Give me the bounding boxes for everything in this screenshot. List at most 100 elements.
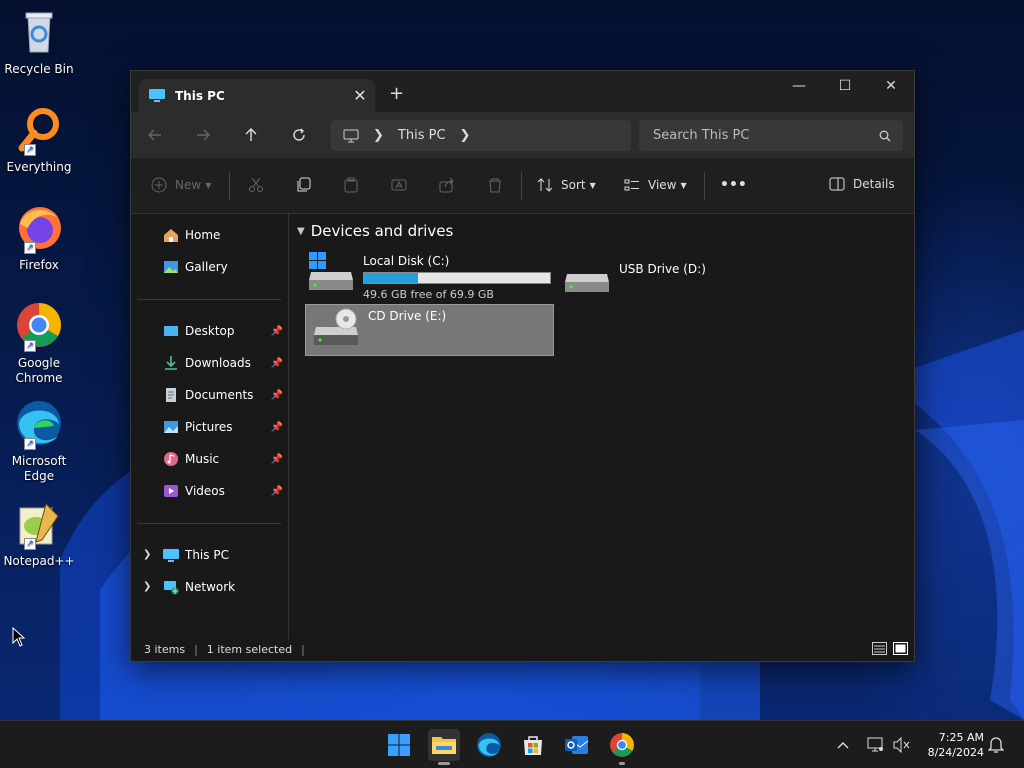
taskbar-outlook[interactable] [561,729,593,761]
mouse-cursor-icon [12,627,26,647]
refresh-button[interactable] [275,112,323,158]
tray-network[interactable] [867,721,885,768]
desktop-icon-google-chrome[interactable]: ↗ Google Chrome [2,302,76,386]
tray-volume[interactable] [893,721,911,768]
clipboard-icon [344,177,358,193]
taskbar-chrome[interactable] [606,729,638,765]
drive-local-disk-c[interactable]: Local Disk (C:) 49.6 GB free of 69.9 GB [307,250,557,301]
taskbar-file-explorer[interactable] [428,729,460,765]
refresh-icon [293,128,305,141]
share-button[interactable] [439,177,455,193]
sidebar-item-gallery[interactable]: Gallery [163,255,285,279]
network-monitor-icon [867,737,883,752]
sort-button[interactable]: Sort ▼ [537,177,596,193]
copy-icon [297,177,311,192]
desktop-icon-firefox[interactable]: ↗ Firefox [2,204,76,272]
close-tab-icon[interactable]: ✕ [345,86,375,105]
sidebar-divider [137,523,281,524]
tab-this-pc[interactable]: This PC ✕ [139,79,375,112]
sidebar-item-this-pc[interactable]: This PC [163,543,285,567]
new-tab-button[interactable]: + [389,83,404,104]
details-view-icon[interactable] [872,642,887,655]
back-button[interactable] [131,112,179,158]
videos-icon [164,485,178,497]
shortcut-arrow-icon: ↗ [24,242,36,254]
tiles-view-icon[interactable] [893,642,908,655]
taskbar-store[interactable] [517,729,549,761]
breadcrumb[interactable]: ❯ This PC ❯ [331,120,631,151]
pin-icon[interactable]: 📌 [271,486,283,497]
toolbar-divider [229,172,230,200]
forward-button[interactable] [179,112,227,158]
paste-button[interactable] [343,177,359,193]
window-controls: — ☐ ✕ [776,71,914,101]
group-header-devices[interactable]: ▼ Devices and drives [297,222,453,240]
title-bar[interactable]: This PC ✕ + — ☐ ✕ [131,71,914,112]
pin-icon[interactable]: 📌 [271,390,283,401]
view-toggles [872,642,908,655]
drive-free-space: 49.6 GB free of 69.9 GB [363,288,494,301]
sidebar-item-label: Gallery [185,260,228,274]
details-button-label: Details [853,177,895,191]
view-button[interactable]: View ▼ [624,177,687,193]
search-input[interactable]: Search This PC [639,120,903,151]
desktop-icon-microsoft-edge[interactable]: ↗ Microsoft Edge [2,400,76,484]
chevron-down-icon: ▼ [680,180,687,190]
tray-overflow-button[interactable] [836,721,850,768]
notifications-button[interactable] [988,721,1004,768]
recycle-bin-icon [14,8,64,58]
sidebar-item-home[interactable]: Home [163,223,285,247]
desktop-icon-notepad-plus-plus[interactable]: ↗ Notepad++ [2,500,76,568]
pictures-icon [164,421,178,433]
drive-name: Local Disk (C:) [363,254,450,268]
sidebar-item-label: Pictures [185,420,233,434]
cut-button[interactable] [248,177,264,193]
sidebar-item-videos[interactable]: Videos 📌 [163,479,285,503]
sidebar-item-network[interactable]: Network [163,575,285,599]
sidebar-item-desktop[interactable]: Desktop 📌 [163,319,285,343]
gallery-icon [164,261,178,273]
desktop-icon-recycle-bin[interactable]: Recycle Bin [2,8,76,76]
pin-icon[interactable]: 📌 [271,358,283,369]
sidebar-item-pictures[interactable]: Pictures 📌 [163,415,285,439]
shortcut-arrow-icon: ↗ [24,538,36,550]
chevron-right-icon[interactable]: ❯ [143,581,151,592]
scissors-icon [249,177,263,192]
more-options-button[interactable]: ••• [720,177,747,193]
content-pane[interactable]: ▼ Devices and drives Local Disk (C:) 49.… [291,214,914,639]
sidebar-item-label: Desktop [185,324,235,338]
breadcrumb-item-this-pc[interactable]: This PC [398,128,446,143]
minimize-button[interactable]: — [776,71,822,101]
monitor-icon [343,129,359,142]
copy-button[interactable] [296,177,312,193]
running-indicator [619,762,625,765]
sidebar-item-downloads[interactable]: Downloads 📌 [163,351,285,375]
new-button[interactable]: New ▼ [151,177,211,193]
toolbar-divider [521,172,522,200]
taskbar-edge[interactable] [473,729,505,761]
chevron-right-icon[interactable]: ❯ [143,549,151,560]
up-button[interactable] [227,112,275,158]
drive-cd-e[interactable]: CD Drive (E:) [305,304,554,356]
drive-usb-d[interactable]: USB Drive (D:) [563,258,743,308]
pin-icon[interactable]: 📌 [271,326,283,337]
pin-icon[interactable]: 📌 [271,454,283,465]
view-list-icon [624,179,639,191]
network-icon [164,581,179,595]
chevron-right-icon[interactable]: ❯ [460,128,471,143]
plus-circle-icon [151,177,167,193]
close-window-button[interactable]: ✕ [868,71,914,101]
details-pane-button[interactable]: Details [829,177,895,191]
maximize-button[interactable]: ☐ [822,71,868,101]
drive-name: USB Drive (D:) [619,262,706,276]
sidebar-item-documents[interactable]: Documents 📌 [163,383,285,407]
file-explorer-window[interactable]: This PC ✕ + — ☐ ✕ ❯ This PC ❯ Search Thi… [130,70,915,662]
start-button[interactable] [383,729,415,761]
delete-button[interactable] [487,177,503,193]
desktop-icon-everything[interactable]: ↗ Everything [2,106,76,174]
desktop-icon-label: Google Chrome [15,356,63,385]
pin-icon[interactable]: 📌 [271,422,283,433]
sidebar-item-music[interactable]: Music 📌 [163,447,285,471]
rename-button[interactable] [391,177,407,193]
taskbar-clock[interactable]: 7:25 AM 8/24/2024 [928,730,984,760]
